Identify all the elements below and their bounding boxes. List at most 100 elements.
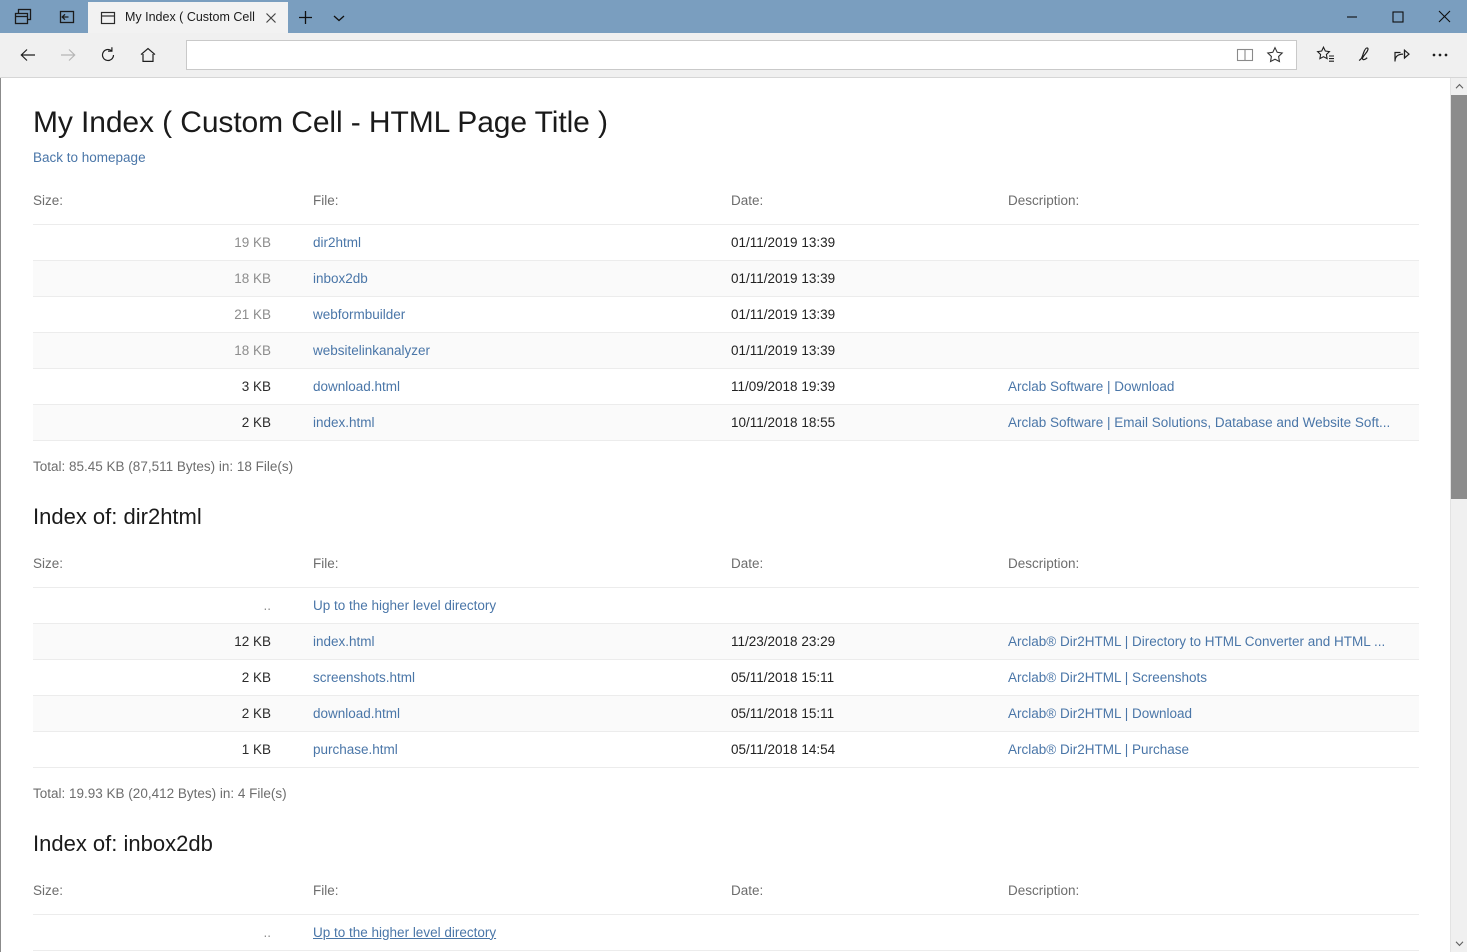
cell-file: download.html — [313, 368, 731, 405]
column-header-file: File: — [313, 555, 731, 588]
file-link[interactable]: index.html — [313, 415, 375, 430]
file-link[interactable]: download.html — [313, 379, 400, 394]
total-summary: Total: 19.93 KB (20,412 Bytes) in: 4 Fil… — [33, 785, 287, 801]
share-icon[interactable] — [1383, 36, 1421, 74]
cell-date: 10/11/2018 18:55 — [731, 404, 1008, 441]
back-button[interactable] — [8, 35, 48, 75]
chevron-down-icon[interactable] — [322, 2, 356, 33]
browser-tab[interactable]: My Index ( Custom Cell — [88, 2, 288, 33]
cell-file: purchase.html — [313, 731, 731, 768]
cell-size: 1 KB — [33, 731, 313, 768]
section-title: Index of: inbox2db — [33, 830, 213, 856]
scroll-down-arrow-icon[interactable] — [1451, 935, 1467, 952]
file-link[interactable]: inbox2db — [313, 271, 368, 286]
scrollbar-track[interactable] — [1451, 95, 1467, 935]
cell-date: 05/11/2018 14:54 — [731, 731, 1008, 768]
cell-size: 19 KB — [33, 224, 313, 261]
file-link[interactable]: index.html — [313, 634, 375, 649]
cell-description — [1008, 260, 1419, 297]
page-inner: My Index ( Custom Cell - HTML Page Title… — [1, 106, 1450, 951]
reading-view-icon[interactable] — [1230, 42, 1260, 68]
cell-file: inbox2db — [313, 260, 731, 297]
index-table: Size: File: Date: Description: 19 KB dir2html… — [33, 192, 1419, 441]
cell-file: index.html — [313, 404, 731, 441]
cell-date: 11/23/2018 23:29 — [731, 623, 1008, 660]
close-window-button[interactable] — [1421, 0, 1467, 33]
table-row: 12 KB index.html 11/23/2018 23:29 Arclab® D… — [33, 623, 1419, 660]
scrollbar-thumb[interactable] — [1451, 95, 1467, 499]
cell-description: Arclab Software | Email Solutions, Datab… — [1008, 404, 1419, 441]
cell-description: Arclab® Dir2HTML | Download — [1008, 695, 1419, 732]
web-notes-pen-icon[interactable] — [1345, 36, 1383, 74]
column-header-size: Size: — [33, 555, 313, 588]
description-link[interactable]: Arclab® Dir2HTML | Purchase — [1008, 742, 1189, 757]
cell-size: 2 KB — [33, 659, 313, 696]
cell-file: screenshots.html — [313, 659, 731, 696]
cell-file: Up to the higher level directory — [313, 587, 731, 624]
table-row: 18 KB websitelinkanalyzer 01/11/2019 13:39 — [33, 332, 1419, 369]
file-link[interactable]: download.html — [313, 706, 400, 721]
file-link[interactable]: Up to the higher level directory — [313, 925, 496, 940]
cell-description: Arclab® Dir2HTML | Directory to HTML Con… — [1008, 623, 1419, 660]
cell-date: 05/11/2018 15:11 — [731, 659, 1008, 696]
add-favorite-star-icon[interactable] — [1260, 42, 1290, 68]
refresh-button[interactable] — [88, 35, 128, 75]
description-link[interactable]: Arclab® Dir2HTML | Screenshots — [1008, 670, 1207, 685]
vertical-scrollbar[interactable] — [1450, 78, 1467, 952]
column-header-date: Date: — [731, 555, 1008, 588]
file-link[interactable]: screenshots.html — [313, 670, 415, 685]
cell-date: 11/09/2018 19:39 — [731, 368, 1008, 405]
table-row: 19 KB dir2html 01/11/2019 13:39 — [33, 224, 1419, 261]
tabs-you-set-aside-icon[interactable] — [52, 2, 82, 32]
section-title: Index of: dir2html — [33, 503, 202, 529]
table-row: 1 KB purchase.html 05/11/2018 14:54 Arclab®… — [33, 731, 1419, 768]
favorites-hub-icon[interactable] — [1307, 36, 1345, 74]
cell-description: Arclab® Dir2HTML | Screenshots — [1008, 659, 1419, 696]
file-link[interactable]: dir2html — [313, 235, 361, 250]
forward-button[interactable] — [48, 35, 88, 75]
navigation-toolbar — [0, 33, 1467, 78]
cell-date: 05/11/2018 15:11 — [731, 695, 1008, 732]
back-to-homepage-link[interactable]: Back to homepage — [33, 150, 146, 165]
description-link[interactable]: Arclab® Dir2HTML | Directory to HTML Con… — [1008, 634, 1385, 649]
column-header-file: File: — [313, 192, 731, 225]
cell-date: 01/11/2019 13:39 — [731, 332, 1008, 369]
scroll-up-arrow-icon[interactable] — [1451, 78, 1467, 95]
home-button[interactable] — [128, 35, 168, 75]
file-link[interactable]: webformbuilder — [313, 307, 405, 322]
cell-file: dir2html — [313, 224, 731, 261]
cell-date: 01/11/2019 13:39 — [731, 296, 1008, 333]
minimize-button[interactable] — [1329, 0, 1375, 33]
table-row: 2 KB download.html 05/11/2018 15:11 Arclab®… — [33, 695, 1419, 732]
cell-file: webformbuilder — [313, 296, 731, 333]
title-bar: My Index ( Custom Cell — [0, 0, 1467, 33]
cell-size: 18 KB — [33, 260, 313, 297]
cell-date: 01/11/2019 13:39 — [731, 224, 1008, 261]
more-options-button[interactable] — [1421, 36, 1459, 74]
description-link[interactable]: Arclab® Dir2HTML | Download — [1008, 706, 1192, 721]
description-link[interactable]: Arclab Software | Download — [1008, 379, 1174, 394]
address-bar[interactable] — [186, 40, 1297, 70]
file-link[interactable]: websitelinkanalyzer — [313, 343, 430, 358]
table-row: 2 KB screenshots.html 05/11/2018 15:11 Arcl… — [33, 659, 1419, 696]
file-link[interactable]: Up to the higher level directory — [313, 598, 496, 613]
page-viewport: My Index ( Custom Cell - HTML Page Title… — [0, 78, 1467, 952]
table-header-row: Size: File: Date: Description: — [33, 192, 1419, 225]
browser-window: My Index ( Custom Cell My Index (Custom… — [0, 0, 1467, 952]
description-link[interactable]: Arclab Software | Email Solutions, Datab… — [1008, 415, 1390, 430]
close-tab-icon[interactable] — [260, 7, 282, 29]
column-header-size: Size: — [33, 192, 313, 225]
cell-description — [1008, 332, 1419, 369]
file-link[interactable]: purchase.html — [313, 742, 398, 757]
cell-size: 2 KB — [33, 404, 313, 441]
maximize-button[interactable] — [1375, 0, 1421, 33]
table-row: 3 KB download.html 11/09/2018 19:39 Arclab … — [33, 368, 1419, 405]
titlebar-left-icons — [0, 0, 82, 33]
cell-size: 21 KB — [33, 296, 313, 333]
column-header-description: Description: — [1008, 192, 1419, 225]
table-header-row: Size: File: Date: Description: — [33, 555, 1419, 588]
cell-size: 18 KB — [33, 332, 313, 369]
address-input[interactable] — [197, 47, 1230, 63]
set-aside-tabs-icon[interactable] — [8, 2, 38, 32]
new-tab-button[interactable] — [288, 2, 322, 33]
